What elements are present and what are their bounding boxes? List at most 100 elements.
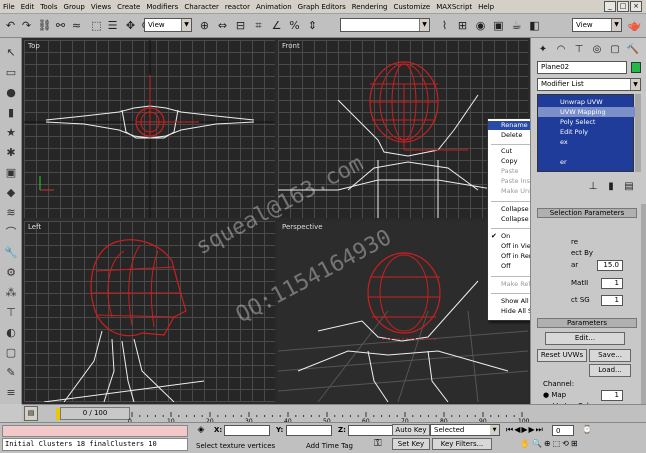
undo-icon[interactable]: ↶ [2,17,19,34]
reference-coordinate-dropdown[interactable]: View ▼ [144,18,192,32]
display-tab-icon[interactable]: ▢ [607,41,623,57]
stack-item-poly-select[interactable]: Poly Select [538,117,635,127]
viewport-label-top[interactable]: Top [28,42,40,50]
named-selection-set-field[interactable]: ▼ [340,18,430,32]
modifier-list-dropdown[interactable]: Modifier List ▼ [537,78,641,91]
stack-scrollbar[interactable] [635,94,641,172]
quick-render-icon[interactable]: ☕ [508,17,525,34]
render-type-icon[interactable]: ◧ [526,17,543,34]
set-key-button[interactable]: Set Key [392,438,430,450]
current-frame-field[interactable]: 0 [552,425,574,436]
hierarchy-tab-icon[interactable]: ⊤ [571,41,587,57]
motion-tab-icon[interactable]: ◎ [589,41,605,57]
viewport-label-perspective[interactable]: Perspective [282,223,323,231]
mat-id-spinner[interactable]: 1 [601,278,623,289]
cylinder-icon[interactable]: ▮ [3,104,19,120]
configure-modifier-sets-icon[interactable]: ▤ [621,178,637,194]
menu-character[interactable]: Character [181,0,222,14]
menu-file[interactable]: File [0,0,18,14]
light-icon[interactable]: ✱ [3,144,19,160]
key-filters-button[interactable]: Key Filters... [432,438,492,450]
modify-tab-icon[interactable]: ◠ [553,41,569,57]
menu-views[interactable]: Views [88,0,114,14]
menu-help[interactable]: Help [475,0,497,14]
mirror-icon[interactable]: ⇔ [214,17,231,34]
menu-tools[interactable]: Tools [37,0,60,14]
bend-icon[interactable]: ⌒ [3,224,19,240]
minimize-button[interactable]: _ [604,1,616,12]
stack-item-7[interactable]: er [538,157,635,167]
helper-icon[interactable]: ◆ [3,184,19,200]
sphere-icon[interactable]: ● [3,84,19,100]
z-coordinate-field[interactable] [348,425,394,436]
menu-graph-editors[interactable]: Graph Editors [295,0,349,14]
pin-stack-icon[interactable]: ⊥ [585,178,601,194]
stack-item-6[interactable] [538,147,635,157]
object-name-field[interactable]: Plane02 [537,61,627,74]
rollout-selection-parameters[interactable]: Selection Parameters [537,208,637,218]
teapot-render-icon[interactable]: 🫖 [626,17,643,34]
x-coordinate-field[interactable] [224,425,270,436]
star-icon[interactable]: ★ [3,124,19,140]
threshold-spinner[interactable]: 15.0 [597,260,623,271]
menu-rendering[interactable]: Rendering [349,0,391,14]
smoothing-group-spinner[interactable]: 1 [601,295,623,306]
utilities-icon[interactable]: ✎ [3,364,19,380]
auto-key-button[interactable]: Auto Key [392,424,430,436]
menu-modifiers[interactable]: Modifiers [143,0,181,14]
camera-icon[interactable]: ▣ [3,164,19,180]
particle-icon[interactable]: ⁂ [3,284,19,300]
time-config-icon[interactable]: ▤ [24,406,38,421]
spinner-snap-icon[interactable]: ⇕ [304,17,321,34]
pivot-center-icon[interactable]: ⊕ [196,17,213,34]
close-button[interactable]: × [630,1,642,12]
material-editor-icon[interactable]: ◉ [472,17,489,34]
lock-selection-icon[interactable]: ◈ [192,425,210,437]
map-channel-spinner[interactable]: 1 [601,390,623,401]
stack-item-unwrap-uvw[interactable]: Unwrap UVW [538,97,635,107]
viewport-navigation-controls[interactable]: ✋🔍⊕⬚⟲⊞ [520,439,580,448]
schematic-view-icon[interactable]: ⊞ [454,17,471,34]
unlink-icon[interactable]: ⚯ [52,17,69,34]
angle-snap-icon[interactable]: ∠ [268,17,285,34]
render-view-dropdown[interactable]: View ▼ [572,18,622,32]
menu-group[interactable]: Group [61,0,88,14]
playback-controls[interactable]: ⏮◀▶▶⏭ [506,425,544,435]
menu-customize[interactable]: Customize [390,0,433,14]
hierarchy-icon[interactable]: ⊤ [3,304,19,320]
gear-icon[interactable]: ⚙ [3,264,19,280]
motion-icon[interactable]: ◐ [3,324,19,340]
snap-toggle-icon[interactable]: ⌗ [250,17,267,34]
stack-item-5[interactable]: ex [538,137,635,147]
select-by-name-icon[interactable]: ☰ [104,17,121,34]
select-object-icon[interactable]: ⬚ [88,17,105,34]
display-icon[interactable]: ▢ [3,344,19,360]
y-coordinate-field[interactable] [286,425,332,436]
align-icon[interactable]: ⊟ [232,17,249,34]
redo-icon[interactable]: ↷ [18,17,35,34]
load-button[interactable]: Load... [589,364,631,377]
create-tab-icon[interactable]: ✦ [535,41,551,57]
add-time-tag[interactable]: Add Time Tag [306,442,353,450]
time-slider-thumb[interactable] [56,408,60,420]
edit-button[interactable]: Edit... [545,332,625,345]
menu-maxscript[interactable]: MAXScript [433,0,475,14]
wrench-icon[interactable]: 🔧 [3,244,19,260]
stack-item-uvw-mapping[interactable]: UVW Mapping [538,107,635,117]
menu-animation[interactable]: Animation [253,0,295,14]
stack-item-edit-poly[interactable]: Edit Poly [538,127,635,137]
maxscript-listener-input[interactable] [2,425,188,437]
viewport-label-left[interactable]: Left [28,223,41,231]
rollout-parameters[interactable]: Parameters [537,318,637,328]
timeline-ruler[interactable]: 0 10 20 30 40 50 60 70 80 90 100 [62,405,532,423]
key-mode-dropdown[interactable]: Selected ▼ [430,424,500,436]
box-icon[interactable]: ▭ [3,64,19,80]
modifier-stack[interactable]: Unwrap UVW UVW Mapping Poly Select Edit … [537,94,635,172]
viewport-label-front[interactable]: Front [282,42,300,50]
select-arrow-icon[interactable]: ↖ [3,44,19,60]
render-scene-icon[interactable]: ▣ [490,17,507,34]
maximize-button[interactable]: □ [617,1,629,12]
menu-edit[interactable]: Edit [18,0,38,14]
spacewarp-icon[interactable]: ≋ [3,204,19,220]
object-color-swatch[interactable] [631,62,641,73]
